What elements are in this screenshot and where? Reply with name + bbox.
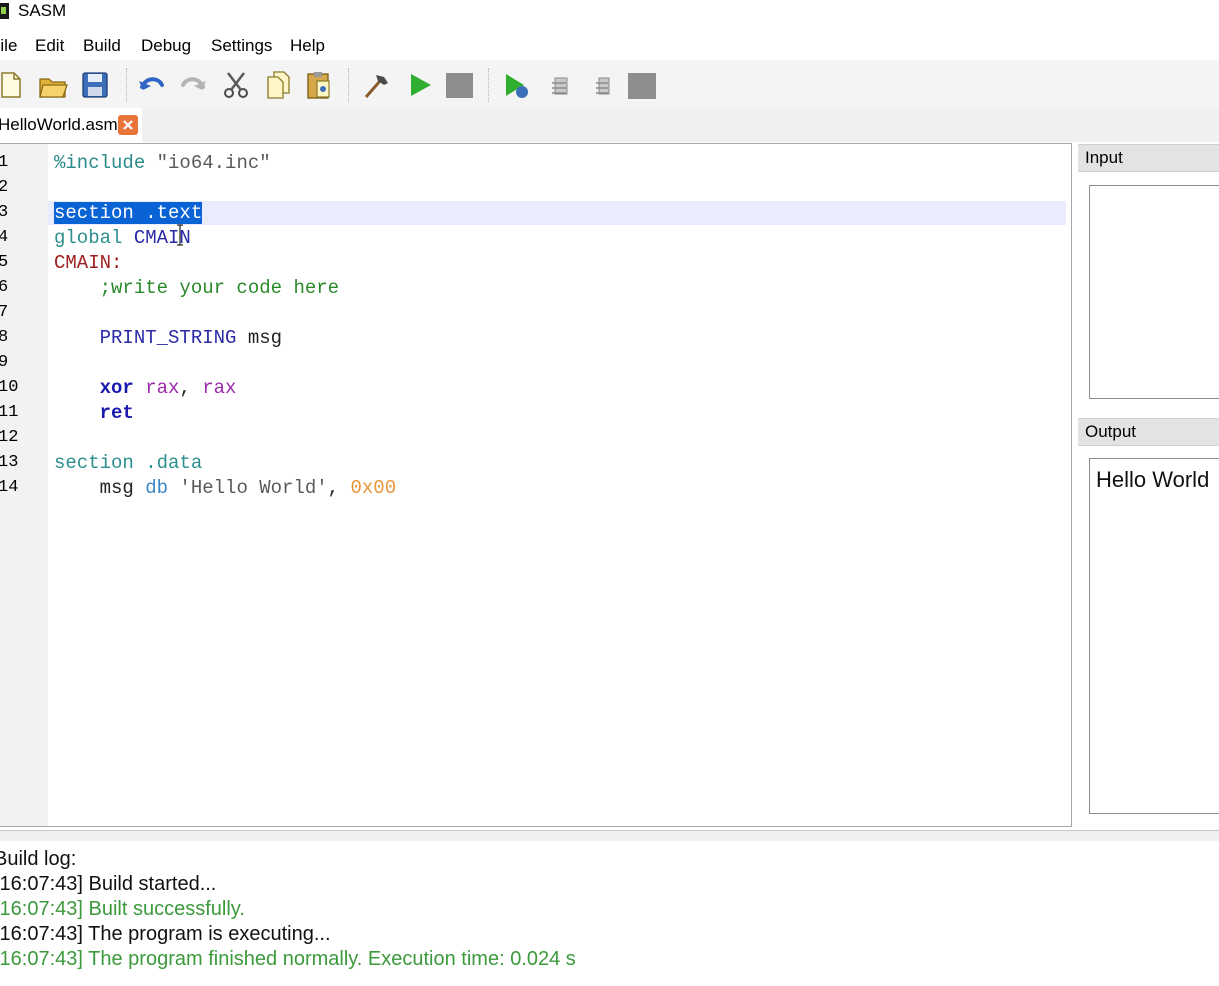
redo-icon[interactable] [177, 69, 209, 101]
line-number: 2 [0, 178, 9, 197]
code-line: ret [54, 401, 134, 426]
undo-icon[interactable] [136, 69, 168, 101]
code-token: ;write your code here [54, 277, 340, 299]
new-file-icon[interactable] [0, 69, 26, 101]
menu-file[interactable]: File [0, 36, 17, 56]
line-number: 8 [0, 328, 9, 347]
menu-help[interactable]: Help [290, 36, 325, 56]
menu-bar: File Edit Build Debug Settings Help [0, 34, 1219, 60]
menu-build[interactable]: Build [83, 36, 121, 56]
copy-icon[interactable] [262, 69, 294, 101]
line-number: 5 [0, 253, 9, 272]
paste-icon[interactable] [303, 69, 335, 101]
input-field[interactable] [1089, 185, 1219, 399]
line-number: 3 [0, 203, 9, 222]
code-token: msg [54, 477, 146, 499]
line-number: 10 [0, 378, 19, 397]
code-token: rax [202, 377, 237, 399]
build-hammer-icon[interactable] [360, 69, 392, 101]
save-icon[interactable] [79, 69, 111, 101]
menu-settings[interactable]: Settings [211, 36, 272, 56]
code-token: global [54, 227, 134, 249]
line-number: 13 [0, 453, 19, 472]
tab-label: HelloWorld.asm [0, 115, 118, 134]
log-entry: [16:07:43] Build started... [0, 873, 217, 895]
toolbar [0, 60, 1219, 109]
code-token: , [179, 377, 203, 399]
code-line: msg db 'Hello World', 0x00 [54, 476, 397, 501]
toolbar-separator [488, 68, 489, 102]
code-token: msg [236, 327, 283, 349]
menu-debug[interactable]: Debug [141, 36, 191, 56]
input-panel-title: Input [1085, 148, 1123, 167]
log-entry: [16:07:43] The program is executing... [0, 923, 331, 945]
code-token: rax [133, 377, 180, 399]
line-number-gutter: 1 2 3 4 5 6 7 8 9 10 11 12 13 14 [0, 144, 48, 826]
line-number: 6 [0, 278, 9, 297]
code-line: xor rax, rax [54, 376, 237, 401]
code-line: global CMAIN [54, 226, 191, 251]
open-folder-icon[interactable] [37, 69, 69, 101]
log-entry: [16:07:43] Built successfully. [0, 898, 245, 920]
code-token: "io64.inc" [156, 152, 271, 174]
line-number: 4 [0, 228, 9, 247]
line-number: 11 [0, 403, 19, 422]
line-number: 12 [0, 428, 19, 447]
line-number: 7 [0, 303, 9, 322]
code-line: section .text [54, 201, 203, 226]
build-log-panel: Build log: [16:07:43] Build started... [… [0, 841, 1219, 986]
step-over-icon[interactable] [545, 69, 577, 101]
line-number: 9 [0, 353, 9, 372]
output-field[interactable]: Hello World [1089, 458, 1219, 814]
line-number: 1 [0, 153, 9, 172]
code-line: CMAIN: [54, 251, 122, 276]
log-entry: [16:07:43] The program finished normally… [0, 948, 576, 970]
toolbar-separator [126, 68, 127, 102]
code-token: PRINT_STRING [99, 327, 237, 349]
run-icon[interactable] [403, 69, 435, 101]
code-token: CMAIN: [54, 252, 123, 274]
output-value: Hello World [1096, 467, 1210, 492]
line-number: 14 [0, 478, 19, 497]
close-tab-icon[interactable] [118, 115, 138, 140]
output-panel-header: Output [1078, 418, 1219, 446]
code-token: xor [99, 377, 134, 399]
code-token: %include [54, 152, 157, 174]
build-log-title: Build log: [0, 848, 77, 870]
input-panel-header: Input [1078, 144, 1219, 172]
code-token: db [145, 477, 169, 499]
sasm-app-icon [0, 3, 9, 19]
cut-icon[interactable] [220, 69, 252, 101]
code-token: section .text [54, 202, 203, 224]
code-token: , [327, 477, 351, 499]
output-panel-title: Output [1085, 422, 1137, 441]
tab-bar: HelloWorld.asm [0, 108, 1219, 142]
step-into-icon[interactable] [587, 69, 619, 101]
code-token: section .data [54, 452, 203, 474]
code-token: 'Hello World' [168, 477, 328, 499]
title-bar: SASM [0, 0, 1219, 24]
text-cursor-icon [177, 224, 183, 246]
window-title: SASM [18, 1, 67, 20]
debug-icon[interactable] [500, 69, 532, 101]
code-editor[interactable]: 1 2 3 4 5 6 7 8 9 10 11 12 13 14 %include "io64.inc" s… [0, 143, 1072, 827]
code-token: 0x00 [350, 477, 397, 499]
menu-edit[interactable]: Edit [35, 36, 64, 56]
stop-icon[interactable] [443, 69, 475, 101]
code-token: ret [99, 402, 134, 424]
code-line: %include "io64.inc" [54, 151, 271, 176]
code-line: section .data [54, 451, 202, 476]
stop-debug-icon[interactable] [626, 69, 658, 101]
code-line: ;write your code here [54, 276, 339, 301]
toolbar-separator [348, 68, 349, 102]
code-line: PRINT_STRING msg [54, 326, 282, 351]
